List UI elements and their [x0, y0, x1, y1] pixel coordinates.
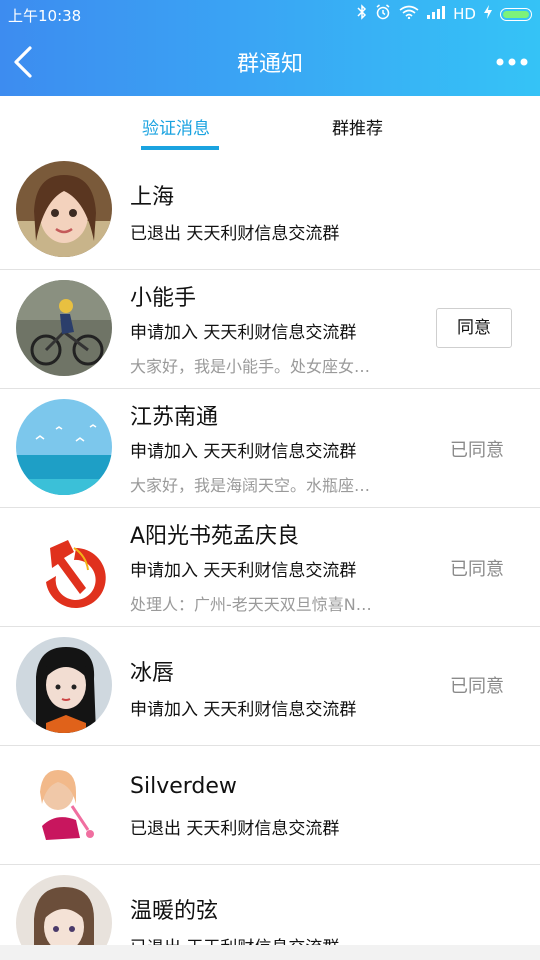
notification-list: 上海 已退出 天天利财信息交流群 小能手 申请加入 天天利财信息交流群 大家好，…: [0, 151, 540, 945]
item-action: 申请加入 天天利财信息交流群: [130, 700, 357, 720]
list-item[interactable]: 江苏南通 申请加入 天天利财信息交流群 大家好，我是海阔天空。水瓶座… 已同意: [0, 389, 540, 508]
charging-icon: [484, 5, 492, 23]
list-item[interactable]: A阳光书苑孟庆良 申请加入 天天利财信息交流群 处理人：广州-老天天双旦惊喜N……: [0, 508, 540, 627]
avatar[interactable]: [16, 637, 112, 733]
tab-verification-messages[interactable]: 验证消息: [142, 114, 210, 139]
status-time: 上午10:38: [8, 7, 82, 25]
item-name: 上海: [130, 185, 175, 210]
page-title: 群通知: [236, 52, 303, 77]
battery-icon: [500, 7, 532, 21]
list-item[interactable]: Silverdew 已退出 天天利财信息交流群: [0, 746, 540, 865]
item-name: A阳光书苑孟庆良: [130, 524, 300, 549]
item-name: 小能手: [130, 286, 197, 311]
avatar[interactable]: [16, 875, 112, 945]
status-icons: HD: [357, 4, 532, 24]
item-action: 已退出 天天利财信息交流群: [130, 819, 340, 839]
tab-bar: 验证消息 群推荐: [0, 96, 540, 152]
item-action: 已退出 天天利财信息交流群: [130, 224, 340, 244]
item-action: 已退出 天天利财信息交流群: [130, 933, 339, 945]
signal-icon: [427, 5, 446, 23]
status-agreed: 已同意: [450, 559, 504, 580]
avatar[interactable]: [16, 756, 112, 852]
alarm-icon: [375, 4, 391, 24]
item-action: 申请加入 天天利财信息交流群: [130, 561, 357, 581]
list-item[interactable]: 小能手 申请加入 天天利财信息交流群 大家好，我是小能手。处女座女… 同意: [0, 270, 540, 389]
wifi-icon: [399, 5, 419, 23]
status-agreed: 已同意: [450, 440, 504, 461]
list-item[interactable]: 上海 已退出 天天利财信息交流群: [0, 151, 540, 270]
title-bar: 群通知: [0, 30, 540, 96]
item-action: 申请加入 天天利财信息交流群: [130, 442, 357, 462]
avatar[interactable]: [16, 518, 112, 614]
more-dots-icon: [494, 58, 530, 80]
bottom-navigation-strip: [0, 945, 540, 960]
item-message: 处理人：广州-老天天双旦惊喜N…: [130, 595, 372, 614]
tab-group-recommend[interactable]: 群推荐: [332, 114, 383, 139]
item-message: 大家好，我是小能手。处女座女…: [130, 357, 371, 376]
item-message: 大家好，我是海阔天空。水瓶座…: [130, 476, 371, 495]
status-bar: 上午10:38 HD: [0, 0, 540, 30]
more-options-button[interactable]: [494, 48, 530, 76]
avatar[interactable]: [16, 161, 112, 257]
active-tab-indicator: [141, 146, 219, 150]
item-action: 申请加入 天天利财信息交流群: [130, 323, 357, 343]
network-type-label: HD: [453, 5, 476, 23]
avatar[interactable]: [16, 280, 112, 376]
agree-button[interactable]: 同意: [436, 308, 512, 348]
header-bar: 上午10:38 HD 群通知: [0, 0, 540, 96]
item-name: 冰唇: [130, 661, 175, 686]
item-name: Silverdew: [130, 774, 237, 799]
item-name: 江苏南通: [130, 405, 219, 430]
bluetooth-icon: [357, 4, 367, 24]
item-name: 温暖的弦: [130, 899, 219, 924]
avatar[interactable]: [16, 399, 112, 495]
list-item[interactable]: 温暖的弦 已退出 天天利财信息交流群: [0, 865, 540, 945]
list-item[interactable]: 冰唇 申请加入 天天利财信息交流群 已同意: [0, 627, 540, 746]
status-agreed: 已同意: [450, 676, 504, 697]
